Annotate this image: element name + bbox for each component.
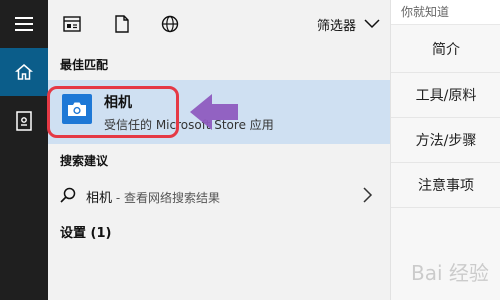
app-view-button[interactable] [60,12,84,36]
background-menu-item[interactable]: 工具/原料 [391,73,500,118]
suggestions-heading: 搜索建议 [60,154,109,168]
home-icon [15,64,33,80]
red-highlight-outline [47,86,179,138]
app-view-icon [63,16,81,32]
web-button[interactable] [158,12,182,36]
left-rail [0,0,48,300]
best-match-heading: 最佳匹配 [60,58,109,72]
watermark-text: Bai 经验 [411,261,489,285]
background-menu-item[interactable]: 注意事项 [391,163,500,208]
hamburger-button[interactable] [0,0,48,48]
chevron-right-icon[interactable] [358,186,376,204]
purple-arrow-icon [190,94,238,130]
suggestion-text: 相机 - 查看网络搜索结果 [86,187,220,206]
background-webpage: 你就知道 简介 工具/原料 方法/步骤 注意事项 Bai 经验 [390,0,500,300]
web-search-suggestion[interactable]: 相机 - 查看网络搜索结果 [48,178,390,212]
search-icon [60,187,76,203]
filter-label: 筛选器 [316,18,356,34]
document-button[interactable] [110,12,134,36]
settings-results-heading[interactable]: 设置 (1) [60,222,111,241]
background-top-text: 你就知道 [401,5,450,19]
best-match-camera-item[interactable]: 相机 受信任的 Microsoft Store 应用 [47,80,390,144]
background-menu-item[interactable]: 简介 [391,26,500,73]
search-panel: 筛选器 最佳匹配 相机 受信任的 Microsoft Store 应用 搜索建议 [47,0,390,300]
document-icon [115,15,129,33]
filter-dropdown[interactable]: 筛选器 [317,12,380,36]
home-button[interactable] [0,48,48,96]
background-menu: 简介 工具/原料 方法/步骤 注意事项 [391,26,500,208]
search-topbar: 筛选器 [48,0,390,48]
chevron-down-icon [364,19,380,29]
baidu-watermark-logo: Bai 经验 [411,261,489,285]
background-top-strip: 你就知道 [391,0,500,25]
suggestion-query: 相机 [86,191,113,206]
web-icon [161,15,179,33]
notebook-button[interactable] [0,97,48,145]
notebook-icon [16,111,32,131]
background-menu-item[interactable]: 方法/步骤 [391,118,500,163]
hamburger-icon [15,17,33,31]
suggestion-hint: - 查看网络搜索结果 [112,191,220,205]
